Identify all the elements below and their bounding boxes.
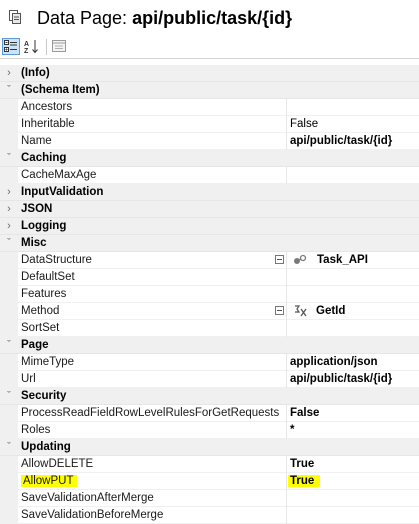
property-row-mimetype[interactable]: MimeType application/json [0,354,419,371]
property-value[interactable]: True [288,473,321,489]
property-value[interactable]: api/public/task/{id} [290,133,392,149]
collapse-chevron-icon[interactable]: ˇ [0,337,18,353]
category-label: InputValidation [21,186,104,198]
property-label: Name [21,135,52,147]
category-label: Misc [21,237,47,249]
highlighted-value: True [288,475,321,487]
property-label: DefaultSet [21,271,75,283]
property-grid: › (Info) ˇ (Schema Item) Ancestors Inher… [0,65,419,524]
property-label: AllowPUT [21,473,283,489]
expand-chevron-icon[interactable]: › [0,201,18,217]
category-label: (Info) [21,67,50,79]
expand-chevron-icon[interactable]: › [0,65,18,81]
category-label: Updating [21,441,71,453]
property-row-ancestors[interactable]: Ancestors [0,99,419,116]
property-value[interactable]: False [290,116,318,132]
category-label: (Schema Item) [21,84,100,96]
method-icon [295,305,307,317]
category-json[interactable]: › JSON [0,201,419,218]
alphabetical-sort-icon: A Z [24,40,38,54]
page-icon [9,10,21,24]
property-row-features[interactable]: Features [0,286,419,303]
property-value[interactable]: False [290,405,319,421]
category-label: Page [21,339,49,351]
property-label: AllowDELETE [21,458,94,470]
property-row-roles[interactable]: Roles * [0,422,419,439]
property-row-datastructure[interactable]: DataStructure Task_API [0,252,419,269]
property-label: SortSet [21,322,60,334]
svg-text:Z: Z [24,48,29,54]
property-pages-icon [52,40,66,52]
category-updating[interactable]: ˇ Updating [0,439,419,456]
property-value[interactable]: api/public/task/{id} [290,371,392,387]
property-row-allowdelete[interactable]: AllowDELETE True [0,456,419,473]
property-row-inheritable[interactable]: Inheritable False [0,116,419,133]
category-page[interactable]: ˇ Page [0,337,419,354]
property-label: ProcessReadFieldRowLevelRulesForGetReque… [21,407,280,419]
categorized-icon [4,40,17,52]
collapse-chevron-icon[interactable]: ˇ [0,439,18,455]
category-caching[interactable]: ˇ Caching [0,150,419,167]
title-name: api/public/task/{id} [132,8,293,28]
property-row-savevalidationbeforemerge[interactable]: SaveValidationBeforeMerge [0,507,419,524]
toolbar-separator [46,39,47,55]
expand-chevron-icon[interactable]: › [0,218,18,234]
property-label: CacheMaxAge [21,169,97,181]
property-label: DataStructure [21,254,92,266]
category-logging[interactable]: › Logging [0,218,419,235]
highlighted-label: AllowPUT [21,475,78,487]
property-row-name[interactable]: Name api/public/task/{id} [0,133,419,150]
property-label: SaveValidationAfterMerge [21,492,154,504]
property-row-processreadfieldrowlevelrules[interactable]: ProcessReadFieldRowLevelRulesForGetReque… [0,405,419,422]
category-schema-item[interactable]: ˇ (Schema Item) [0,82,419,99]
property-label: Method [21,305,60,317]
property-label: SaveValidationBeforeMerge [21,509,164,521]
property-value[interactable]: * [290,422,294,438]
collapse-chevron-icon[interactable]: ˇ [0,235,18,251]
category-label: Logging [21,220,67,232]
property-value[interactable]: Task_API [317,252,368,268]
property-row-defaultset[interactable]: DefaultSet [0,269,419,286]
property-label: Roles [21,424,51,436]
property-label: Inheritable [21,118,75,130]
expand-chevron-icon[interactable]: › [0,184,18,200]
alphabetical-button[interactable]: A Z [23,38,41,55]
title-prefix: Data Page: [37,8,128,28]
property-toolbar: A Z [0,36,419,59]
collapse-chevron-icon[interactable]: ˇ [0,82,18,98]
collapse-chevron-icon[interactable]: ˇ [0,150,18,166]
property-row-cachemaxage[interactable]: CacheMaxAge [0,167,419,184]
collapse-chevron-icon[interactable]: ˇ [0,388,18,404]
category-inputvalidation[interactable]: › InputValidation [0,184,419,201]
property-row-sortset[interactable]: SortSet [0,320,419,337]
property-label: Url [21,373,36,385]
property-row-url[interactable]: Url api/public/task/{id} [0,371,419,388]
category-label: JSON [21,203,53,215]
edit-button-icon[interactable] [275,306,284,315]
category-label: Security [21,390,67,402]
property-row-method[interactable]: Method GetId [0,303,419,320]
property-value[interactable]: True [290,456,314,472]
edit-button-icon[interactable] [275,255,284,264]
data-structure-icon [294,254,307,264]
property-pages-button[interactable] [51,38,69,55]
category-label: Caching [21,152,67,164]
property-row-allowput[interactable]: AllowPUT True [0,473,419,490]
category-misc[interactable]: ˇ Misc [0,235,419,252]
property-label: MimeType [21,356,75,368]
svg-text:A: A [24,41,29,48]
property-value[interactable]: application/json [290,354,378,370]
window-header: Data Page: api/public/task/{id} [0,0,419,36]
category-security[interactable]: ˇ Security [0,388,419,405]
property-label: Ancestors [21,101,73,113]
property-value[interactable]: GetId [316,303,345,319]
categorized-button[interactable] [2,38,20,55]
page-title: Data Page: api/public/task/{id} [37,7,292,29]
category-info[interactable]: › (Info) [0,65,419,82]
property-label: Features [21,288,67,300]
